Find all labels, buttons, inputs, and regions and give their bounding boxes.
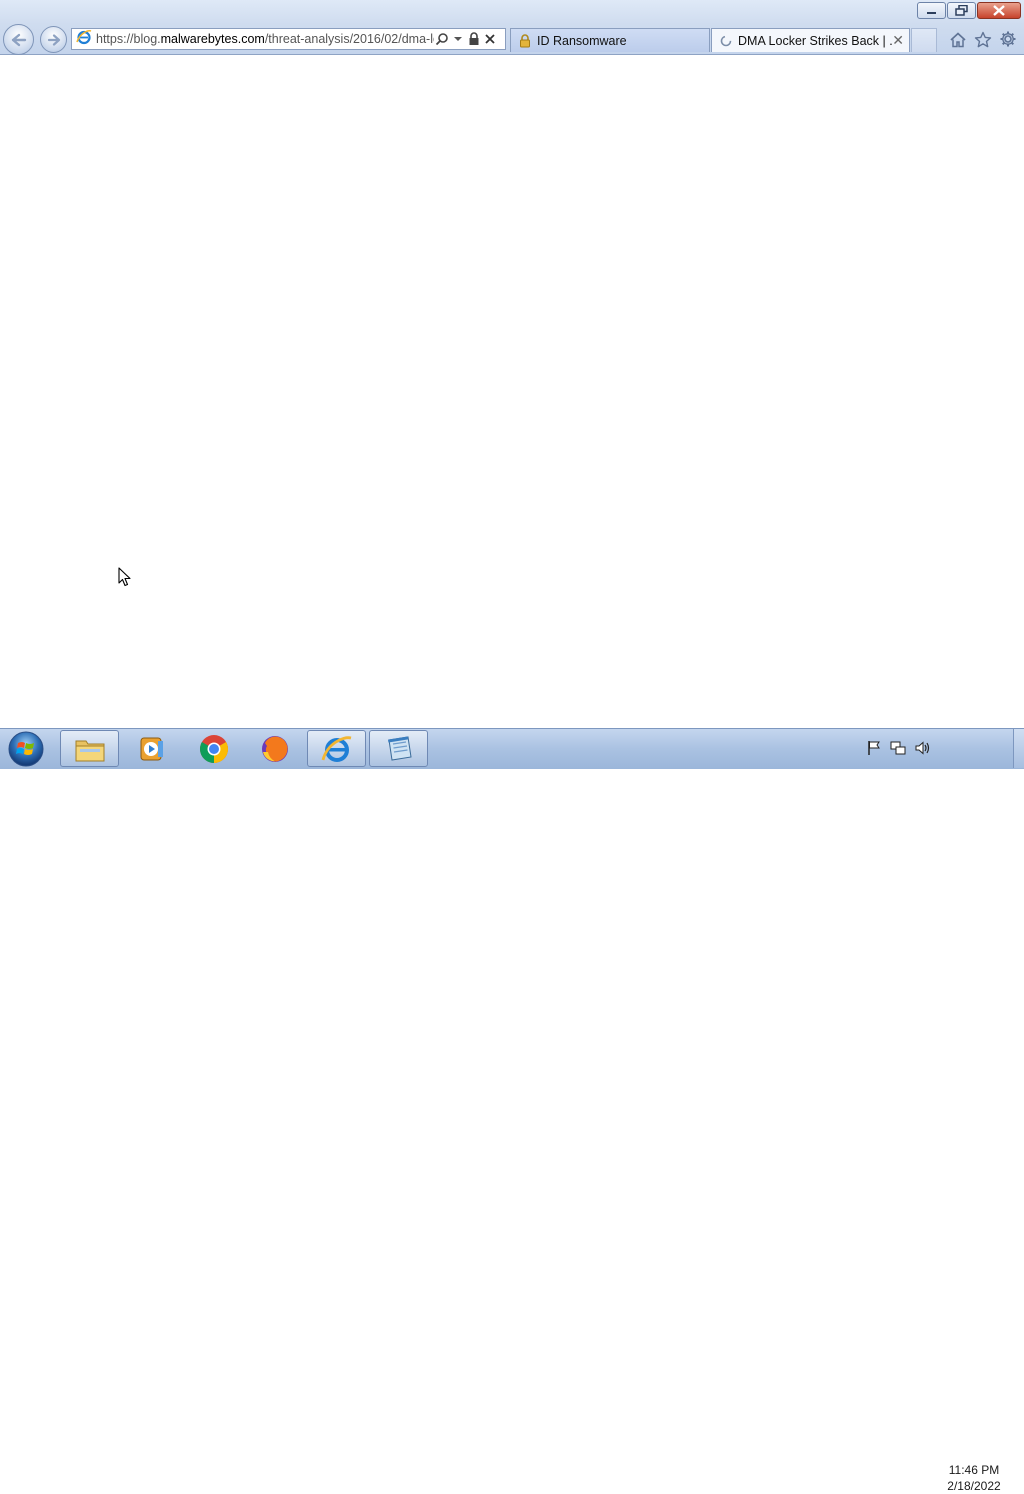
taskbar-notepad[interactable]	[369, 730, 428, 767]
taskbar-firefox[interactable]	[245, 730, 304, 767]
tab-id-ransomware[interactable]: ID Ransomware	[510, 28, 710, 52]
ie-icon	[321, 735, 351, 762]
mouse-cursor-icon	[118, 567, 132, 592]
restore-icon	[954, 5, 968, 16]
tab-dma-locker[interactable]: DMA Locker Strikes Back | ... ✕	[711, 28, 910, 52]
show-desktop-button[interactable]	[1013, 729, 1024, 768]
page-content[interactable]	[0, 55, 1024, 728]
taskbar-media-player[interactable]	[122, 730, 181, 767]
taskbar-explorer[interactable]	[60, 730, 119, 767]
new-tab-button[interactable]	[911, 28, 937, 52]
tab-title: DMA Locker Strikes Back | ...	[738, 33, 893, 48]
network-icon[interactable]	[890, 740, 906, 756]
close-button[interactable]	[977, 2, 1021, 19]
folder-icon	[75, 740, 104, 761]
stop-icon[interactable]	[482, 30, 498, 48]
tab-title: ID Ransomware	[537, 33, 627, 48]
address-bar[interactable]: https://blog.malwarebytes.com/threat-ana…	[71, 28, 506, 50]
restore-button[interactable]	[947, 2, 976, 19]
site-ie-icon	[76, 29, 92, 50]
back-button[interactable]	[3, 24, 34, 55]
home-icon[interactable]	[948, 29, 968, 49]
dropdown-arrow-icon[interactable]	[450, 30, 466, 48]
clock-date: 2/18/2022	[947, 1479, 1001, 1493]
windows-orb-icon	[8, 731, 44, 767]
clock-time: 11:46 PM	[948, 1463, 1000, 1477]
lock-icon	[519, 33, 531, 48]
browser-frame: https://blog.malwarebytes.com/threat-ana…	[0, 0, 1024, 55]
window-controls	[917, 2, 1021, 19]
notepad-icon	[387, 735, 412, 761]
loading-icon	[720, 35, 732, 47]
minimize-button[interactable]	[917, 2, 946, 19]
tab-close-icon[interactable]: ✕	[892, 32, 904, 49]
taskbar-internet-explorer[interactable]	[307, 730, 366, 767]
gear-icon[interactable]	[998, 29, 1018, 49]
action-center-flag-icon[interactable]	[866, 740, 882, 756]
forward-arrow-icon	[47, 33, 60, 46]
chrome-icon	[199, 734, 228, 763]
minimize-icon	[926, 11, 936, 14]
system-clock[interactable]: 11:46 PM 2/18/2022	[936, 1462, 1012, 1494]
search-icon[interactable]	[434, 30, 450, 48]
star-icon[interactable]	[973, 29, 993, 49]
taskbar-chrome[interactable]	[184, 730, 243, 767]
lock-icon[interactable]	[466, 30, 482, 48]
start-button[interactable]	[5, 730, 47, 768]
close-icon	[993, 5, 1005, 16]
forward-button[interactable]	[40, 26, 67, 53]
volume-icon[interactable]	[914, 740, 930, 756]
url-text[interactable]: https://blog.malwarebytes.com/threat-ana…	[96, 32, 434, 46]
media-player-icon	[140, 737, 163, 760]
firefox-icon	[261, 735, 288, 762]
back-arrow-icon	[11, 33, 26, 46]
